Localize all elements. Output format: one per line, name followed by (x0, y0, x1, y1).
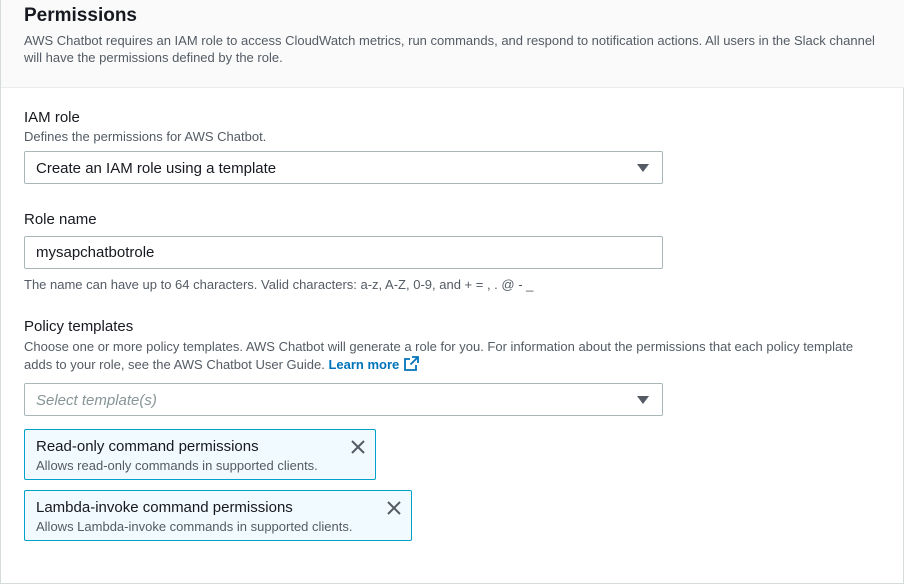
token-read-only: Read-only command permissions Allows rea… (24, 429, 376, 480)
token-subtitle: Allows read-only commands in supported c… (36, 458, 318, 473)
iam-role-selected-value: Create an IAM role using a template (36, 160, 277, 177)
token-subtitle: Allows Lambda-invoke commands in support… (36, 519, 353, 534)
policy-templates-placeholder: Select template(s) (36, 392, 157, 409)
iam-role-label: IAM role (24, 109, 80, 126)
token-title: Lambda-invoke command permissions (36, 499, 293, 516)
role-name-constraint: The name can have up to 64 characters. V… (24, 277, 534, 292)
learn-more-label: Learn more (328, 357, 400, 372)
learn-more-link[interactable]: Learn more (328, 356, 420, 372)
iam-role-select[interactable]: Create an IAM role using a template (24, 151, 663, 184)
section-title: Permissions (24, 5, 137, 26)
policy-templates-description-text: Choose one or more policy templates. AWS… (24, 339, 854, 372)
token-title: Read-only command permissions (36, 438, 259, 455)
section-header: Permissions AWS Chatbot requires an IAM … (1, 0, 904, 88)
token-lambda-invoke: Lambda-invoke command permissions Allows… (24, 490, 412, 541)
policy-templates-description: Choose one or more policy templates. AWS… (24, 338, 884, 374)
permissions-panel: Permissions AWS Chatbot requires an IAM … (0, 0, 904, 584)
close-icon[interactable] (385, 499, 403, 517)
role-name-input[interactable] (24, 236, 663, 269)
policy-templates-label: Policy templates (24, 318, 134, 335)
role-name-label: Role name (24, 211, 97, 228)
iam-role-description: Defines the permissions for AWS Chatbot. (24, 129, 267, 144)
caret-down-icon (637, 396, 649, 404)
close-icon[interactable] (349, 438, 367, 456)
caret-down-icon (637, 164, 649, 172)
external-link-icon (404, 356, 420, 371)
policy-templates-select[interactable]: Select template(s) (24, 383, 663, 416)
section-description: AWS Chatbot requires an IAM role to acce… (24, 33, 875, 65)
